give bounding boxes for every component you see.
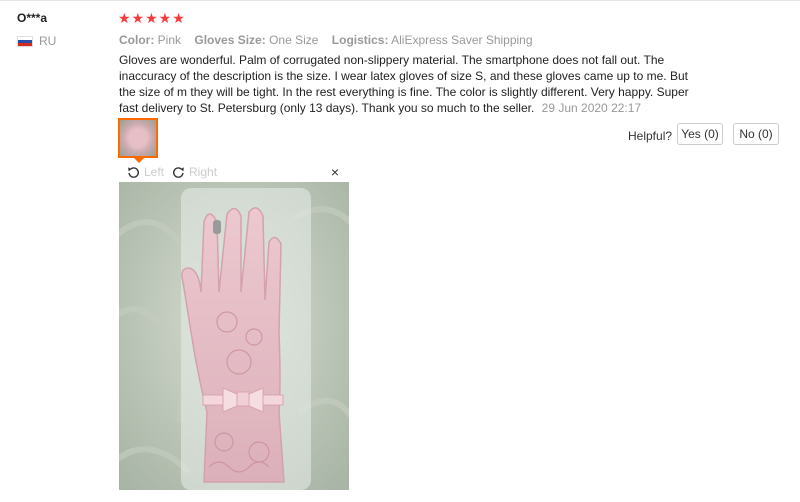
rotate-right-icon (173, 166, 184, 178)
review-date: 29 Jun 2020 22:17 (541, 101, 642, 115)
review-content: Gloves are wonderful. Palm of corrugated… (119, 52, 701, 116)
country-code: RU (39, 34, 57, 48)
rotate-right-button[interactable]: Right (172, 165, 217, 179)
rotate-left-button[interactable]: Left (127, 165, 164, 179)
rating-stars: ★★★★★ (118, 10, 186, 26)
reviewer-country: RU (17, 34, 56, 48)
rotate-left-label: Left (144, 165, 165, 179)
logistics-label: Logistics: (331, 33, 389, 47)
size-label: Gloves Size: (194, 33, 266, 47)
rotate-left-icon (128, 166, 139, 178)
review-attributes: Color: Pink Gloves Size: One Size Logist… (119, 33, 533, 47)
reviewer-name: O***a (17, 11, 48, 25)
helpful-label: Helpful? (628, 129, 673, 143)
color-label: Color: (119, 33, 155, 47)
review-photo-illustration (119, 182, 349, 490)
thumbnail-image (120, 120, 156, 156)
size-value: One Size (269, 33, 319, 47)
logistics-value: AliExpress Saver Shipping (391, 33, 533, 47)
russia-flag-icon (17, 35, 33, 47)
helpful-yes-button[interactable]: Yes (0) (677, 123, 723, 145)
rotate-right-label: Right (189, 165, 218, 179)
color-value: Pink (157, 33, 182, 47)
review-photo-thumbnail[interactable] (118, 118, 158, 158)
close-icon[interactable]: × (331, 164, 339, 180)
helpful-no-button[interactable]: No (0) (733, 123, 779, 145)
top-divider (0, 0, 800, 1)
viewer-toolbar: Left Right × (119, 162, 349, 182)
review-photo (119, 182, 349, 490)
photo-viewer: Left Right × (119, 162, 349, 490)
